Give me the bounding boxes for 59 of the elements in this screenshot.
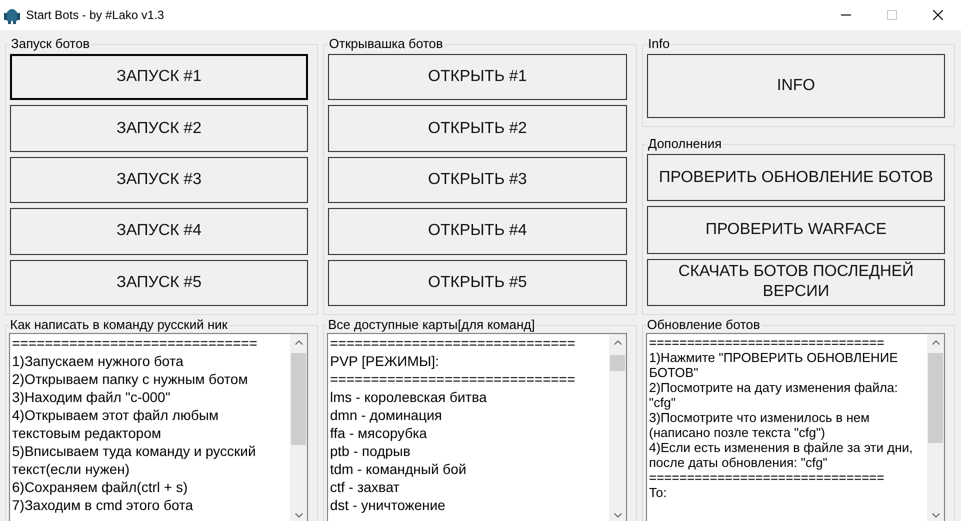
action-button[interactable]: ЗАПУСК #4 — [10, 208, 308, 255]
text-line: ============================== — [330, 334, 576, 352]
text-line: 1)Запускаем нужного бота — [12, 352, 184, 370]
text-area[interactable]: ============================== PVP [РЕЖИМЫ]: ============================== lms - королевская битва dmn - доминация ffa - мясорубка ptb - подрыв tdm - командный бой ctf - захват dst - уничтожение — [327, 333, 627, 521]
action-button[interactable]: ОТКРЫТЬ #3 — [328, 156, 627, 204]
text-line: То: — [649, 485, 668, 500]
text-line: dst - уничтожение — [330, 496, 446, 514]
action-button[interactable]: ЗАПУСК #2 — [10, 105, 308, 152]
group-label: Info — [647, 37, 671, 51]
text-area[interactable] — [646, 333, 945, 521]
scrollbar-thumb[interactable] — [610, 355, 625, 371]
scrollbar-thumb[interactable] — [291, 353, 306, 445]
text-line: 7)Заходим в cmd этого бота — [12, 496, 194, 514]
group-label: Все доступные карты[для команд] — [327, 318, 536, 332]
text-line: PVP [РЕЖИМЫ]: — [330, 352, 440, 370]
action-button[interactable]: ОТКРЫТЬ #2 — [328, 105, 627, 152]
text-line: ============================== — [12, 334, 258, 352]
text-area[interactable] — [9, 333, 308, 521]
action-button[interactable]: ЗАПУСК #1 — [10, 54, 308, 100]
text-line: 1)Нажмите "ПРОВЕРИТЬ ОБНОВЛЕНИЕ БОТОВ" — [649, 350, 899, 380]
group-label: Обновление ботов — [646, 318, 762, 332]
text-line: ffa - мясорубка — [330, 424, 428, 442]
text-line: 3)Посмотрите что изменилось в нем (написано позле текста "cfg") — [649, 410, 871, 440]
text-line: 3)Находим файл "c-000" — [12, 388, 172, 406]
action-button[interactable]: ОТКРЫТЬ #4 — [328, 208, 627, 255]
action-button[interactable]: ЗАПУСК #3 — [10, 156, 308, 204]
group-label: Открывашка ботов — [328, 37, 444, 51]
group-label: Как написать в команду русский ник — [9, 318, 229, 332]
text-line: 5)Вписываем туда команду и русский текст(если нужен) — [12, 442, 257, 478]
action-button[interactable]: ПРОВЕРИТЬ ОБНОВЛЕНИЕ БОТОВ — [647, 154, 945, 202]
action-button[interactable]: ОТКРЫТЬ #5 — [328, 260, 627, 306]
action-button[interactable]: ПРОВЕРИТЬ WARFACE — [647, 206, 945, 254]
group-label: Дополнения — [647, 137, 723, 151]
text-line: dmn - доминация — [330, 406, 444, 424]
text-line: lms - королевская битва — [330, 388, 488, 406]
action-button[interactable]: INFO — [647, 54, 945, 118]
scrollbar[interactable] — [290, 334, 307, 521]
action-button[interactable]: ОТКРЫТЬ #1 — [328, 54, 627, 100]
text-line: 2)Посмотрите на дату изменения файла: "cfg" — [649, 380, 899, 410]
action-button[interactable]: СКАЧАТЬ БОТОВ ПОСЛЕДНЕЙ ВЕРСИИ — [647, 258, 945, 306]
scrollbar[interactable] — [927, 334, 944, 521]
scrollbar[interactable] — [609, 334, 626, 521]
action-button[interactable]: ЗАПУСК #5 — [10, 260, 308, 306]
text-line: tdm - командный бой — [330, 460, 468, 478]
group-label: Запуск ботов — [10, 37, 91, 51]
text-line: 4)Если есть изменения в файле за эти дни, после даты обновления: "cfg" — [649, 440, 914, 470]
text-line: ctf - захват — [330, 478, 401, 496]
text-line: 6)Сохраняем файл(ctrl + s) — [12, 478, 189, 496]
app-icon — [4, 6, 20, 24]
text-line: ptb - подрыв — [330, 442, 412, 460]
text-line: =============================== — [649, 470, 886, 485]
maximize-icon — [887, 10, 897, 20]
scrollbar-thumb[interactable] — [928, 353, 943, 443]
text-line: 2)Открываем папку с нужным ботом — [12, 370, 249, 388]
close-icon — [933, 10, 943, 20]
text-line: ============================== — [330, 370, 576, 388]
window-title: Start Bots - by #Lako v1.3 — [26, 8, 166, 22]
text-line: 4)Открываем этот файл любым текстовым редактором — [12, 406, 220, 442]
text-line: =============================== — [649, 335, 886, 350]
